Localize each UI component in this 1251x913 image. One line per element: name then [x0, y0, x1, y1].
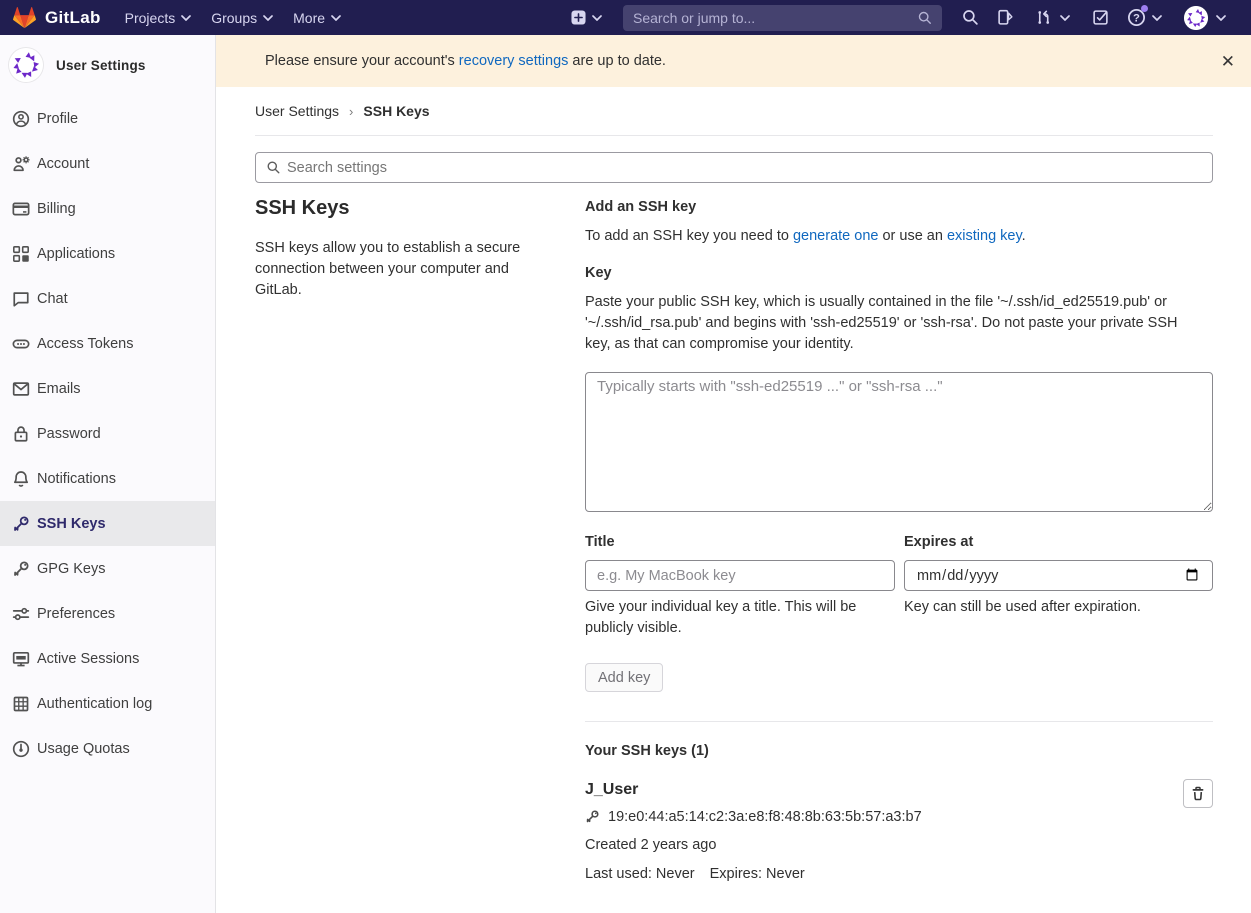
- svg-text:?: ?: [1133, 12, 1140, 24]
